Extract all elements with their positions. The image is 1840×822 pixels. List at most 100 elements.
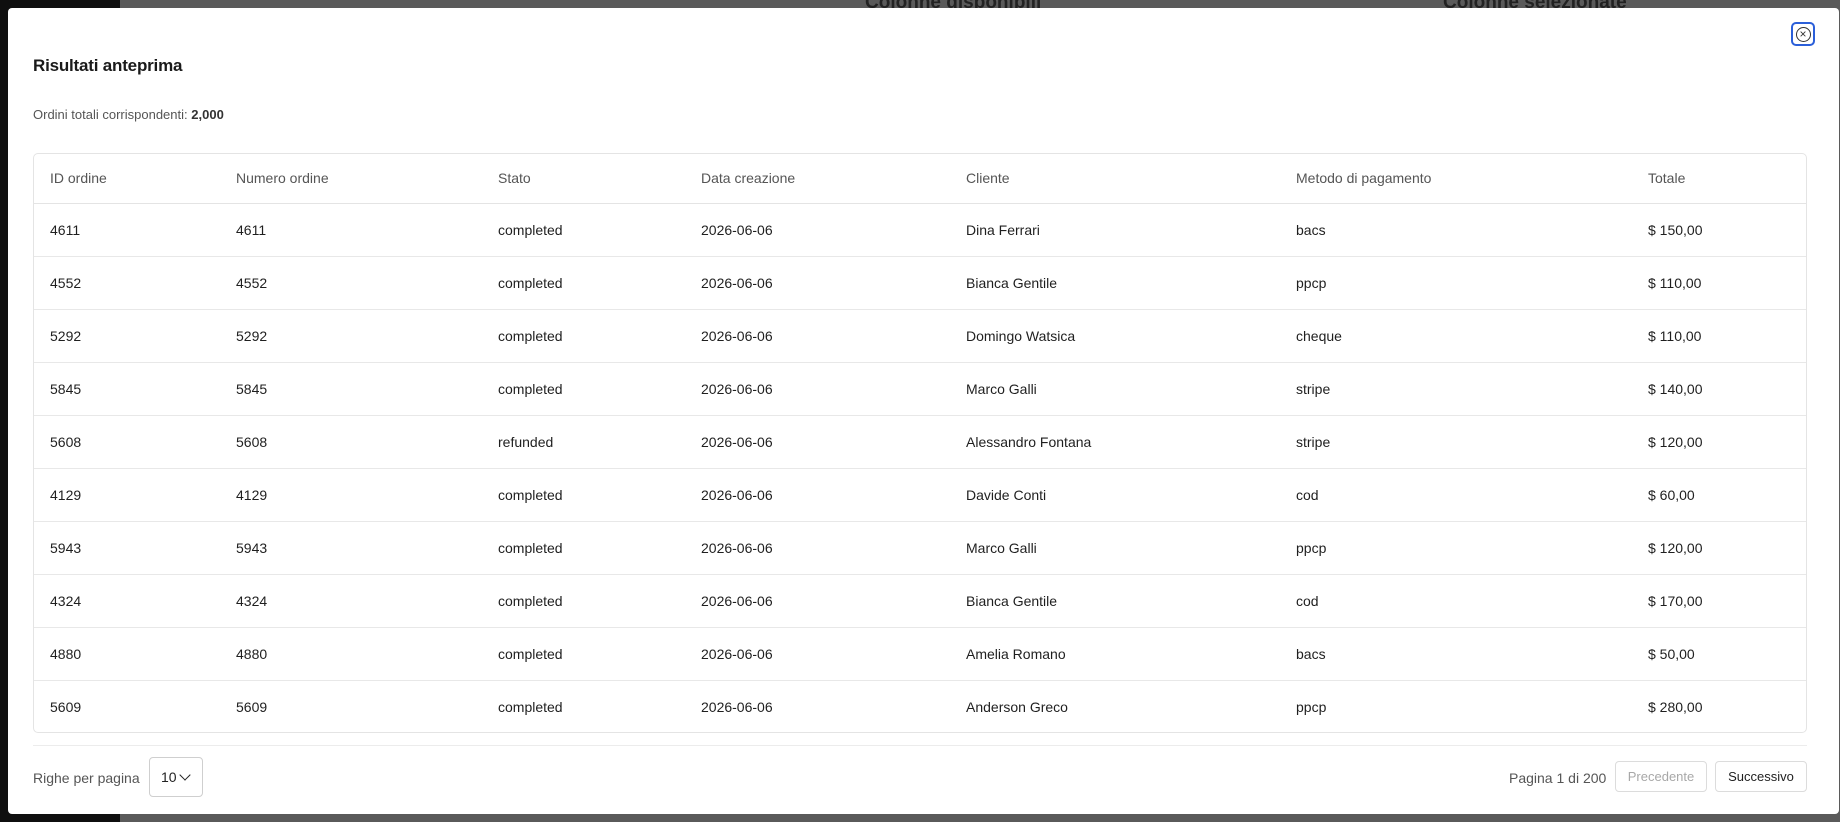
table-cell: 5292	[34, 309, 220, 363]
table-cell: 2026-06-06	[701, 698, 773, 715]
table-cell: 2026-06-06	[685, 574, 950, 628]
table-cell: Bianca Gentile	[950, 574, 1280, 628]
table-cell: stripe	[1280, 362, 1632, 416]
table-row: 5609 5609 completed 2026-06-06 Anderson Grec…	[34, 680, 1806, 732]
table-cell: 2026-06-06	[685, 521, 950, 575]
previous-page-button[interactable]: Precedente	[1615, 761, 1707, 792]
table-cell: Alessandro Fontana	[950, 415, 1280, 469]
table-cell: 2026-06-06	[685, 256, 950, 310]
table-row: 5943 5943 completed 2026-06-06 Marco Galli pp…	[34, 521, 1806, 575]
table-cell: bacs	[1280, 627, 1632, 681]
table-cell: 5845	[220, 362, 482, 416]
table-cell: 4324	[34, 574, 220, 628]
table-cell: bacs	[1280, 203, 1632, 257]
table-header-row: ID ordine Numero ordine Stato Data creaz…	[34, 154, 1806, 204]
table-cell: 4129	[220, 468, 482, 522]
rows-per-page-select[interactable]: 10	[149, 757, 203, 797]
table-cell: 4611	[220, 203, 482, 257]
table-cell: 5609	[236, 698, 268, 715]
table-cell: completed	[482, 574, 685, 628]
table-cell: ppcp	[1280, 256, 1632, 310]
table-cell: 2026-06-06	[685, 309, 950, 363]
results-table: ID ordine Numero ordine Stato Data creaz…	[34, 154, 1806, 732]
table-cell: $ 120,00	[1632, 521, 1806, 575]
rows-per-page-value: 10	[161, 769, 177, 785]
table-cell: 4880	[34, 627, 220, 681]
table-cell: 5943	[34, 521, 220, 575]
table-cell: $ 140,00	[1632, 362, 1806, 416]
summary-value: 2,000	[191, 107, 224, 122]
table-cell: Marco Galli	[950, 362, 1280, 416]
table-cell: Bianca Gentile	[950, 256, 1280, 310]
table-row: 4552 4552 completed 2026-06-06 Bianca Gentil…	[34, 256, 1806, 310]
table-cell: 5609	[50, 698, 82, 715]
table-cell: $ 280,00	[1648, 698, 1703, 715]
table-cell: cod	[1280, 468, 1632, 522]
table-cell: 5608	[220, 415, 482, 469]
table-cell: 4129	[34, 468, 220, 522]
table-cell: 4324	[220, 574, 482, 628]
table-row: 4611 4611 completed 2026-06-06 Dina Ferrari b…	[34, 203, 1806, 257]
table-cell: Dina Ferrari	[950, 203, 1280, 257]
table-row: 5845 5845 completed 2026-06-06 Marco Galli st…	[34, 362, 1806, 416]
table-cell: Domingo Watsica	[950, 309, 1280, 363]
table-row: 5608 5608 refunded 2026-06-06 Alessandro Fon…	[34, 415, 1806, 469]
table-cell: $ 50,00	[1632, 627, 1806, 681]
table-cell: completed	[482, 256, 685, 310]
close-circle-icon: ×	[1795, 26, 1811, 42]
column-header: Metodo di pagamento	[1280, 154, 1632, 204]
table-cell: 2026-06-06	[685, 468, 950, 522]
column-header: Cliente	[950, 154, 1280, 204]
table-cell: cod	[1280, 574, 1632, 628]
table-cell: completed	[482, 362, 685, 416]
table-cell: 5943	[220, 521, 482, 575]
column-header: Numero ordine	[220, 154, 482, 204]
table-cell: ppcp	[1280, 521, 1632, 575]
table-cell: completed	[482, 203, 685, 257]
table-cell: Amelia Romano	[950, 627, 1280, 681]
page-info: Pagina 1 di 200	[1509, 770, 1607, 786]
summary-label: Ordini totali corrispondenti:	[33, 107, 188, 122]
table-cell: completed	[482, 309, 685, 363]
table-cell: 5608	[34, 415, 220, 469]
column-header: Stato	[482, 154, 685, 204]
table-cell: $ 170,00	[1632, 574, 1806, 628]
table-cell: Davide Conti	[950, 468, 1280, 522]
table-cell: $ 150,00	[1632, 203, 1806, 257]
chevron-down-icon	[178, 769, 191, 781]
table-cell: 5292	[220, 309, 482, 363]
table-cell: cheque	[1280, 309, 1632, 363]
table-cell: $ 60,00	[1632, 468, 1806, 522]
table-cell: completed	[482, 468, 685, 522]
table-cell: 5845	[34, 362, 220, 416]
rows-per-page-label: Righe per pagina	[33, 770, 140, 786]
table-row: 4324 4324 completed 2026-06-06 Bianca Gentil…	[34, 574, 1806, 628]
table-cell: ppcp	[1296, 698, 1327, 715]
table-cell: 4552	[220, 256, 482, 310]
table-row: 4129 4129 completed 2026-06-06 Davide Conti c…	[34, 468, 1806, 522]
table-cell: 2026-06-06	[685, 627, 950, 681]
table-cell: 2026-06-06	[685, 362, 950, 416]
table-cell: completed	[482, 627, 685, 681]
modal-title: Risultati anteprima	[33, 56, 183, 75]
table-cell: 4880	[220, 627, 482, 681]
table-cell: completed	[498, 698, 563, 715]
table-row: 5292 5292 completed 2026-06-06 Domingo Watsi…	[34, 309, 1806, 363]
footer-divider	[33, 745, 1807, 746]
preview-results-modal: × Risultati anteprima Ordini totali corr…	[8, 8, 1839, 814]
table-cell: completed	[482, 521, 685, 575]
table-cell: $ 110,00	[1632, 309, 1806, 363]
table-cell: 4611	[34, 203, 220, 257]
next-page-button[interactable]: Successivo	[1715, 761, 1807, 792]
table-cell: refunded	[482, 415, 685, 469]
orders-summary: Ordini totali corrispondenti: 2,000	[33, 107, 224, 122]
column-header: ID ordine	[34, 154, 220, 204]
table-cell: $ 120,00	[1632, 415, 1806, 469]
table-cell: $ 110,00	[1632, 256, 1806, 310]
table-cell: 2026-06-06	[685, 203, 950, 257]
table-cell: 2026-06-06	[685, 415, 950, 469]
table-cell: Marco Galli	[950, 521, 1280, 575]
column-header: Data creazione	[685, 154, 950, 204]
close-button[interactable]: ×	[1791, 22, 1815, 46]
table-cell: Anderson Greco	[966, 698, 1068, 715]
